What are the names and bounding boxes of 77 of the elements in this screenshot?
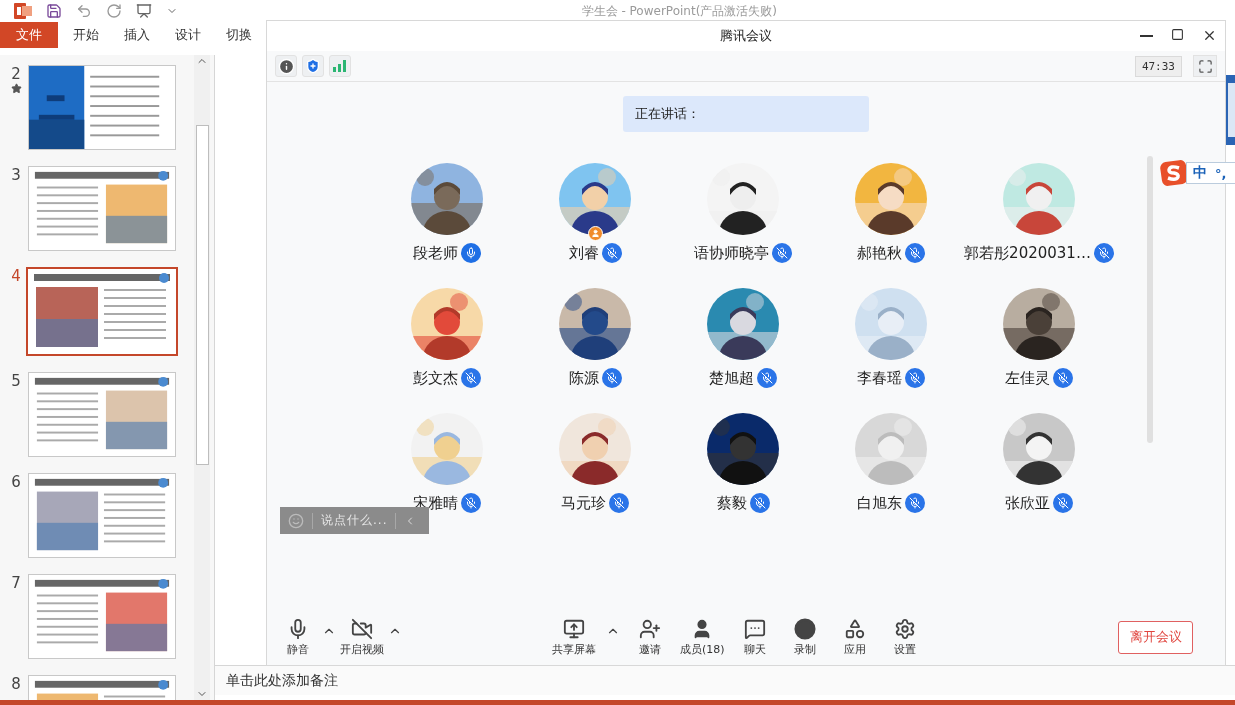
slide-thumbnail[interactable] [28,574,176,659]
toolbar-button[interactable]: 应用 [834,617,875,657]
slideshow-icon[interactable] [136,3,152,19]
add-person-icon [639,617,661,640]
slide-thumbnail[interactable] [28,65,176,150]
participant-name: 白旭东 [857,493,902,513]
participant-name: 张欣亚 [1005,493,1050,513]
camera-off-icon [351,617,373,640]
toolbar-button[interactable]: 设置 [884,617,925,657]
participant-name: 左佳灵 [1005,368,1050,388]
apps-icon [843,617,866,640]
participant-name: 马元珍 [561,493,606,513]
maximize-icon [1171,28,1184,41]
slide-number: 3 [11,166,21,184]
input-mode[interactable]: 中 [1193,164,1207,182]
chat-icon [743,617,766,640]
participant-name: 陈源 [568,368,599,388]
punctuation-mode[interactable]: °, [1215,165,1227,181]
security-button[interactable] [302,55,324,77]
ribbon-tab[interactable]: 切换 [213,22,264,48]
close-button[interactable] [1202,28,1217,43]
ime-logo-icon [1160,160,1188,186]
slide-thumbnail[interactable] [28,473,176,558]
fullscreen-icon [1197,58,1213,74]
save-icon[interactable] [46,3,62,19]
shield-icon [305,58,321,74]
undo-icon[interactable] [76,3,92,19]
window-title: 腾讯会议 [720,27,772,45]
close-icon [1202,28,1217,43]
speaking-banner: 正在讲话： [623,96,869,132]
slide-number: 8 [11,675,21,693]
slide-number: 7 [11,574,21,592]
window-title: 学生会 - PowerPoint(产品激活失败) [581,2,777,20]
fullscreen-button[interactable] [1193,55,1217,77]
ime-toolbar[interactable]: 中 °, [1186,162,1235,184]
participant-name: 刘睿 [568,243,599,263]
redo-icon[interactable] [106,3,122,19]
settings-icon [893,617,916,640]
slide-number: 5 [11,372,21,390]
slide-number: 4 [11,267,21,285]
slide-thumbnail[interactable] [28,372,176,457]
info-icon [277,57,295,75]
maximize-button[interactable] [1171,28,1184,43]
toolbar-button[interactable]: 开启视频 [340,617,384,657]
minimize-icon [1140,35,1153,37]
info-button[interactable] [275,55,297,77]
participant-name: 语协师晓亭 [694,243,769,263]
participant-name: 郝艳秋 [857,243,902,263]
scrollbar[interactable] [1147,156,1153,443]
participant-name: 段老师 [413,243,458,263]
toolbar-button[interactable]: 共享屏幕 [552,617,596,657]
participant-name: 楚旭超 [709,368,754,388]
slide-number: 6 [11,473,21,491]
presentation-app-icon [14,3,32,19]
toolbar-button[interactable]: 邀请 [630,617,670,657]
ribbon-tab[interactable]: 设计 [162,22,213,48]
slide-thumbnail[interactable] [28,166,176,251]
signal-icon [333,60,347,72]
record-icon [793,617,816,640]
participant-name: 彭文杰 [413,368,458,388]
leave-meeting-button[interactable]: 离开会议 [1118,620,1193,654]
toolbar-button[interactable]: 聊天 [734,617,775,657]
participant-name: 李春瑶 [857,368,902,388]
ribbon-tab[interactable]: 插入 [111,22,162,48]
emblem-icon [1226,75,1235,145]
toolbar-button[interactable]: 录制 [784,617,825,657]
toolbar-button[interactable]: 静音 [278,617,318,657]
notes-field[interactable]: 单击此处添加备注 [215,665,1235,695]
participant-name: 蔡毅 [716,493,747,513]
meeting-timer: 47:33 [1134,55,1182,77]
toolbar-button[interactable]: 成员(18) [680,617,725,657]
ribbon-tab[interactable]: 开始 [60,22,111,48]
participant-name: 郭若彤2020031… [964,243,1091,263]
slide-thumbnail[interactable] [26,267,178,356]
share-screen-icon [563,617,585,640]
chat-placeholder: 说点什么... [321,512,388,529]
slide-number: 2 [11,65,21,83]
